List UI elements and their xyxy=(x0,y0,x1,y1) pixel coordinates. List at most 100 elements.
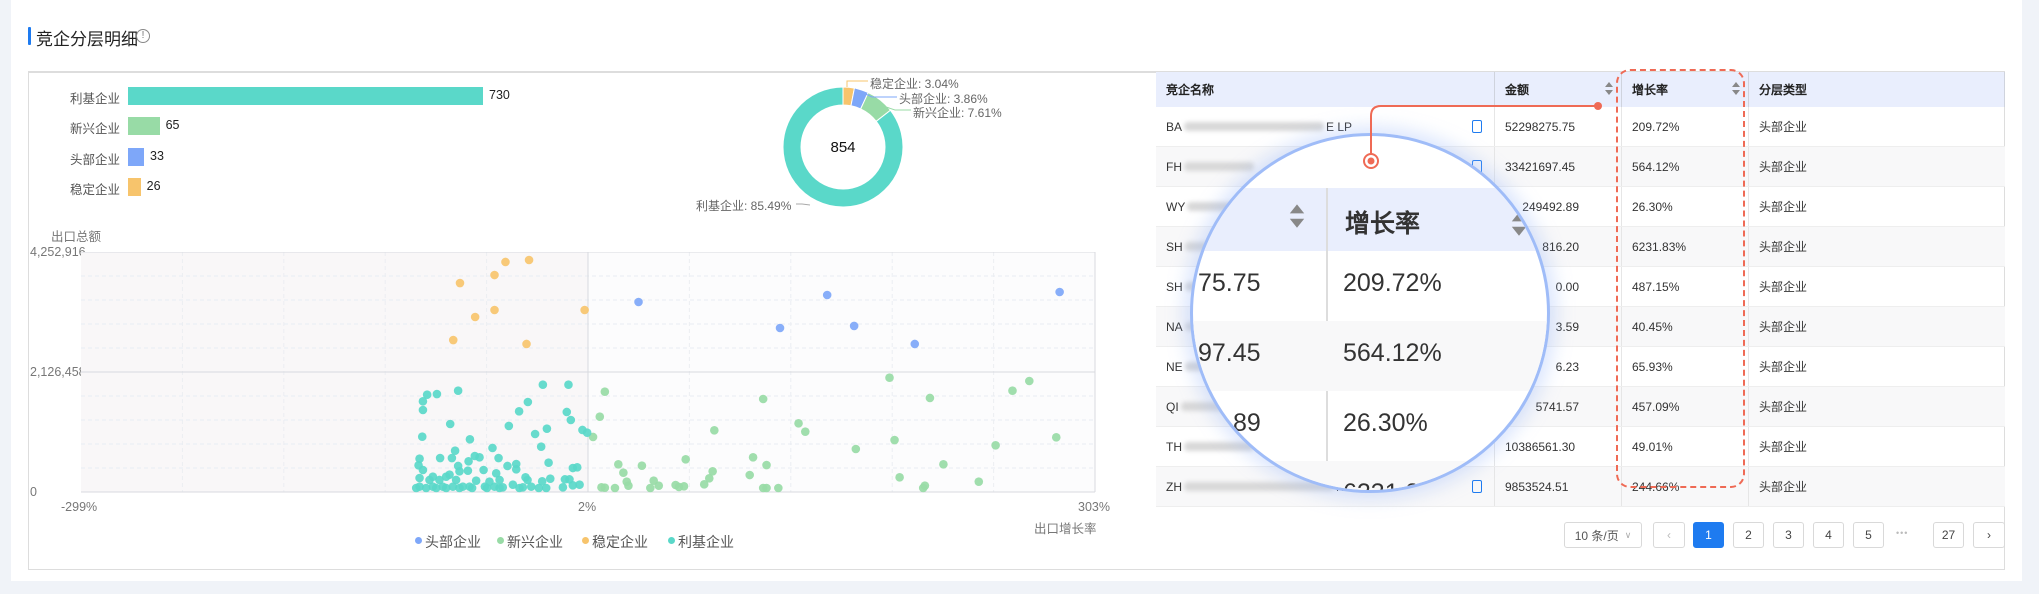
prev-page-button[interactable]: ‹ xyxy=(1653,522,1685,548)
donut-label-niche: 利基企业: 85.49% xyxy=(696,199,792,213)
page-27-button[interactable]: 27 xyxy=(1933,522,1964,548)
mag-amount: 97.45 xyxy=(1198,339,1261,367)
scatter-point xyxy=(450,446,460,455)
legend-item[interactable]: 稳定企业 xyxy=(592,532,648,552)
bar-value: 65 xyxy=(165,118,180,132)
next-page-button[interactable]: › xyxy=(1973,522,2005,548)
page-size-select[interactable]: 10 条/页 ∨ xyxy=(1564,522,1642,548)
mag-amount: 89 xyxy=(1233,409,1261,437)
company-name-prefix: NA xyxy=(1166,319,1183,334)
magnifier-lens: 增长率 75.75 97.45 89 209.72% 564.12% 26.30… xyxy=(1190,133,1550,493)
scatter-point xyxy=(895,473,904,482)
scatter-point xyxy=(562,407,572,417)
type-cell: 头部企业 xyxy=(1759,480,1808,494)
scatter-point xyxy=(580,305,589,315)
scatter-point xyxy=(849,321,859,331)
scatter-point xyxy=(417,432,427,441)
highlight-dashed-box xyxy=(1616,69,1745,488)
scatter-point xyxy=(1051,433,1061,442)
scatter-point xyxy=(758,394,768,404)
scatter-point xyxy=(710,426,719,435)
info-circle-icon[interactable]: ! xyxy=(136,29,150,43)
scatter-point xyxy=(745,470,755,480)
type-cell: 头部企业 xyxy=(1759,360,1808,374)
scatter-point xyxy=(523,397,533,407)
scatter-point xyxy=(654,481,664,490)
scatter-point xyxy=(490,305,499,315)
legend-dot[interactable] xyxy=(582,537,589,544)
section-title: 竞企分层明细 xyxy=(36,30,138,49)
ellipsis-more-pages[interactable]: ••• xyxy=(1896,528,1908,538)
scatter-point xyxy=(1008,386,1017,396)
scatter-point xyxy=(504,421,514,431)
scatter-point xyxy=(479,465,488,475)
scatter-point xyxy=(463,466,473,475)
bar xyxy=(128,117,160,135)
page-3-button[interactable]: 3 xyxy=(1773,522,1804,548)
bar-value: 33 xyxy=(150,149,164,163)
scatter-point xyxy=(432,389,442,399)
scatter-point xyxy=(448,335,458,345)
page-2-button[interactable]: 2 xyxy=(1733,522,1764,548)
scatter-point xyxy=(465,434,475,444)
x-tick: 303% xyxy=(1078,500,1110,514)
legend-dot[interactable] xyxy=(415,537,422,544)
scatter-point xyxy=(471,476,481,485)
donut-total: 854 xyxy=(830,139,856,156)
sort-icon[interactable] xyxy=(1605,82,1613,96)
scatter-point xyxy=(482,483,492,493)
scatter-point xyxy=(441,483,451,493)
type-cell: 头部企业 xyxy=(1759,240,1808,254)
company-name-prefix: SH xyxy=(1166,279,1183,294)
scatter-point xyxy=(564,380,573,390)
page-1-button[interactable]: 1 xyxy=(1693,522,1724,548)
legend-item[interactable]: 利基企业 xyxy=(678,532,734,552)
scatter-point xyxy=(544,458,553,468)
y-tick: 0 xyxy=(30,485,37,499)
scatter-plot xyxy=(81,252,1096,493)
company-name-prefix: ZH xyxy=(1166,479,1182,494)
legend-item[interactable]: 新兴企业 xyxy=(507,532,563,552)
bar xyxy=(128,178,141,196)
scatter-point xyxy=(910,339,920,349)
chevron-down-icon: ∨ xyxy=(1624,529,1632,540)
scatter-point xyxy=(595,412,605,422)
company-name-prefix: SH xyxy=(1166,239,1183,254)
y-axis-title: 出口总额 xyxy=(51,230,102,244)
scatter-point xyxy=(939,459,948,469)
mag-growth: 209.72% xyxy=(1343,269,1442,297)
scatter-point xyxy=(411,483,421,493)
scatter-point xyxy=(822,290,832,300)
scatter-point xyxy=(748,452,758,462)
scatter-point xyxy=(762,460,771,470)
scatter-point xyxy=(495,483,504,493)
scatter-point xyxy=(619,468,628,478)
scatter-point xyxy=(774,483,783,493)
company-name-prefix: QI xyxy=(1166,399,1179,414)
type-cell: 头部企业 xyxy=(1759,160,1808,174)
scatter-point xyxy=(418,405,428,415)
scatter-point xyxy=(775,323,785,333)
title-accent-bar xyxy=(28,27,31,45)
callout-connector xyxy=(1363,102,1602,169)
page-4-button[interactable]: 4 xyxy=(1813,522,1844,548)
scatter-point xyxy=(435,453,445,463)
bar xyxy=(128,87,483,105)
scatter-point xyxy=(524,255,534,265)
scatter-point xyxy=(541,483,551,493)
scatter-point xyxy=(421,483,431,493)
mag-sort-icon xyxy=(1511,212,1527,237)
legend-item[interactable]: 头部企业 xyxy=(425,532,481,552)
scatter-point xyxy=(447,453,457,463)
scatter-point xyxy=(418,397,428,406)
scatter-point xyxy=(634,297,643,307)
donut-label-leader xyxy=(846,80,868,87)
scatter-point xyxy=(445,419,455,429)
legend-dot[interactable] xyxy=(497,537,504,544)
scatter-point xyxy=(637,461,647,471)
company-name-prefix: NE xyxy=(1166,359,1183,374)
scatter-point xyxy=(536,442,546,451)
page-5-button[interactable]: 5 xyxy=(1853,522,1884,548)
scatter-point xyxy=(431,483,441,493)
legend-dot[interactable] xyxy=(668,537,675,544)
